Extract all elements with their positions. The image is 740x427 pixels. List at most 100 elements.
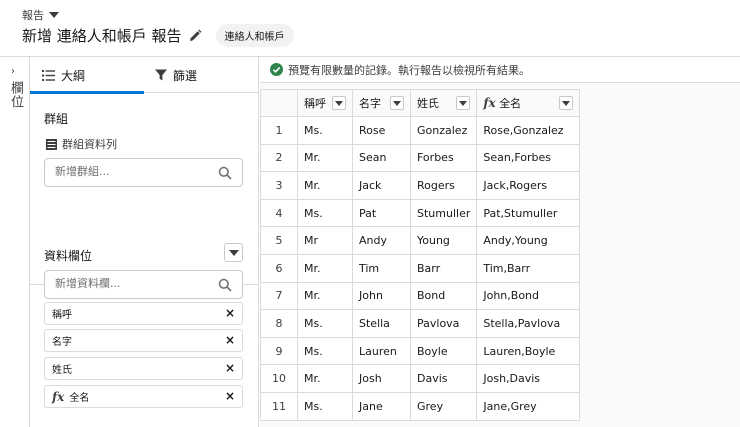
tab-filter-label: 篩選 (173, 68, 198, 83)
table-cell: Rose,Gonzalez (476, 116, 581, 145)
breadcrumb[interactable]: 報告 (22, 7, 59, 23)
search-icon (218, 166, 232, 180)
report-preview-grid: 稱呼 名字 姓氏 fx 全名 1 Ms. Rose Gonzalez Rose,… (260, 83, 740, 427)
row-number: 7 (260, 281, 298, 311)
column-header-label: 稱呼 (304, 97, 326, 110)
table-cell: Rogers (409, 171, 478, 200)
field-pill[interactable]: 名字 × (44, 329, 243, 352)
fields-side-strip[interactable]: › 欄位 (0, 57, 30, 427)
row-number: 10 (260, 364, 298, 393)
table-cell: Gonzalez (409, 116, 478, 145)
table-cell: Jack,Rogers (476, 171, 581, 200)
group-rows-label: 群組資料列 (46, 136, 117, 152)
column-header-label: 全名 (499, 97, 522, 110)
panel-tabs: 大綱 篩選 (30, 57, 259, 94)
table-cell: Andy,Young (476, 226, 581, 255)
table-cell: Josh,Davis (476, 364, 581, 393)
table-row[interactable]: 4 Ms. Pat Stumuller Pat,Stumuller (260, 198, 581, 228)
outline-panel: 大綱 篩選 群組 群組資料列 資料欄位 稱呼 × (30, 57, 259, 427)
table-cell: Jane,Grey (476, 391, 581, 421)
table-cell: Mr. (297, 253, 353, 283)
close-icon[interactable]: × (225, 333, 235, 347)
fields-menu-button[interactable] (224, 243, 243, 262)
chevron-down-icon[interactable] (332, 96, 346, 110)
search-icon (218, 278, 232, 292)
field-pill[interactable]: 姓氏 × (44, 357, 243, 380)
table-row[interactable]: 10 Mr. Josh Davis Josh,Davis (260, 364, 581, 393)
column-header[interactable]: fx 全名 (476, 89, 581, 117)
table-cell: Stella,Pavlova (476, 309, 581, 338)
row-number: 1 (260, 116, 298, 145)
table-cell: Forbes (409, 143, 478, 173)
close-icon[interactable]: × (225, 389, 235, 403)
column-header[interactable]: 名字 (352, 89, 411, 117)
table-cell: Lauren (352, 336, 411, 366)
chevron-right-icon[interactable]: › (11, 66, 15, 77)
table-cell: Josh (352, 364, 411, 393)
row-number: 3 (260, 171, 298, 200)
row-number: 5 (260, 226, 298, 255)
breadcrumb-label: 報告 (22, 9, 44, 22)
close-icon[interactable]: × (225, 361, 235, 375)
column-header[interactable]: 稱呼 (297, 89, 353, 117)
table-cell: Bond (409, 281, 478, 311)
table-row[interactable]: 1 Ms. Rose Gonzalez Rose,Gonzalez (260, 116, 581, 145)
table-row[interactable]: 7 Mr. John Bond John,Bond (260, 281, 581, 311)
table-cell: Barr (409, 253, 478, 283)
groups-title: 群組 (44, 112, 69, 126)
table-row[interactable]: 2 Mr. Sean Forbes Sean,Forbes (260, 143, 581, 173)
tab-filter[interactable]: 篩選 (155, 57, 197, 93)
table-cell: Ms. (297, 336, 353, 366)
side-strip-label: 欄位 (8, 81, 23, 109)
table-row[interactable]: 8 Ms. Stella Pavlova Stella,Pavlova (260, 309, 581, 338)
table-cell: Mr. (297, 143, 353, 173)
pencil-icon[interactable] (188, 29, 202, 43)
row-number-header (260, 89, 298, 117)
chevron-down-icon[interactable] (49, 12, 59, 18)
group-rows-text: 群組資料列 (62, 138, 117, 151)
table-cell: Tim (352, 253, 411, 283)
table-row[interactable]: 3 Mr. Jack Rogers Jack,Rogers (260, 171, 581, 200)
table-cell: Ms. (297, 116, 353, 145)
list-icon (42, 69, 55, 81)
formula-icon: fx (52, 389, 65, 404)
table-cell: Stella (352, 309, 411, 338)
field-pill-label: 稱呼 (52, 310, 72, 321)
table-cell: Ms. (297, 309, 353, 338)
fields-title: 資料欄位 (44, 249, 93, 263)
table-cell: Grey (409, 391, 478, 421)
table-cell: Jack (352, 171, 411, 200)
table-row[interactable]: 11 Ms. Jane Grey Jane,Grey (260, 391, 581, 421)
table-cell: Pat (352, 198, 411, 228)
tab-outline[interactable]: 大綱 (30, 57, 144, 94)
row-number: 11 (260, 391, 298, 421)
add-field-input[interactable] (55, 277, 215, 290)
table-cell: Andy (352, 226, 411, 255)
table-cell: Pat,Stumuller (476, 198, 581, 228)
report-header: 報告 新增 連絡人和帳戶 報告 連絡人和帳戶 (0, 0, 740, 57)
close-icon[interactable]: × (225, 306, 235, 320)
table-row[interactable]: 6 Mr. Tim Barr Tim,Barr (260, 253, 581, 283)
chevron-down-icon[interactable] (456, 96, 471, 110)
table-row[interactable]: 9 Ms. Lauren Boyle Lauren,Boyle (260, 336, 581, 366)
add-group-input[interactable] (55, 165, 215, 178)
table-cell: Mr (297, 226, 353, 255)
field-pill[interactable]: 稱呼 × (44, 302, 243, 325)
table-cell: Sean,Forbes (476, 143, 581, 173)
table-cell: Mr. (297, 281, 353, 311)
table-cell: Mr. (297, 364, 353, 393)
column-header-label: 名字 (359, 97, 381, 110)
field-pill-label: 名字 (52, 337, 72, 348)
table-row[interactable]: 5 Mr Andy Young Andy,Young (260, 226, 581, 255)
table-cell: John,Bond (476, 281, 581, 311)
table-cell: Pavlova (409, 309, 478, 338)
formula-icon: fx (483, 96, 496, 110)
column-header[interactable]: 姓氏 (409, 89, 478, 117)
row-number: 8 (260, 309, 298, 338)
table-cell: Rose (352, 116, 411, 145)
add-group-input-wrap (44, 158, 243, 187)
chevron-down-icon[interactable] (559, 96, 574, 110)
table-cell: Sean (352, 143, 411, 173)
field-pill[interactable]: fx 全名 × (44, 385, 243, 408)
chevron-down-icon[interactable] (390, 96, 404, 110)
